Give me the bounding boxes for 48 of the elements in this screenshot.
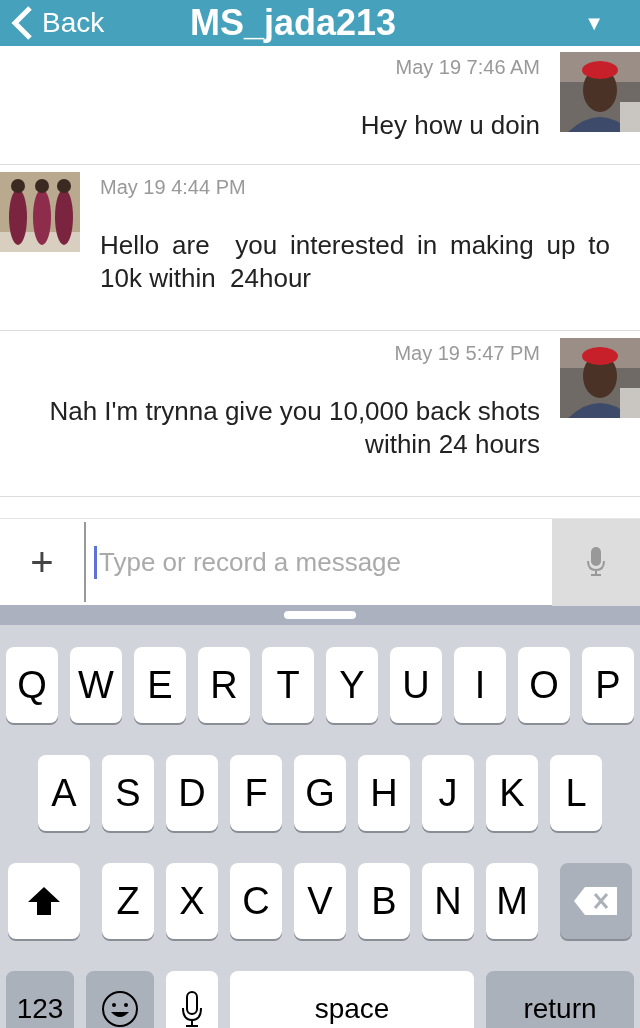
key[interactable]: N: [422, 863, 474, 939]
key[interactable]: U: [390, 647, 442, 723]
key[interactable]: A: [38, 755, 90, 831]
key[interactable]: E: [134, 647, 186, 723]
key[interactable]: C: [230, 863, 282, 939]
drag-handle[interactable]: [284, 611, 356, 619]
key[interactable]: M: [486, 863, 538, 939]
key[interactable]: R: [198, 647, 250, 723]
key[interactable]: L: [550, 755, 602, 831]
delete-key[interactable]: [560, 863, 632, 939]
key[interactable]: T: [262, 647, 314, 723]
message-time: May 19 7:46 AM: [395, 56, 540, 79]
message-time: May 19 5:47 PM: [394, 342, 540, 365]
key[interactable]: J: [422, 755, 474, 831]
key[interactable]: D: [166, 755, 218, 831]
microphone-icon: [181, 990, 203, 1028]
key[interactable]: G: [294, 755, 346, 831]
message-text: Nah I'm trynna give you 10,000 back shots within 24 hours: [48, 395, 540, 461]
message-time: May 19 4:44 PM: [100, 176, 247, 199]
key[interactable]: F: [230, 755, 282, 831]
key[interactable]: W: [70, 647, 122, 723]
key[interactable]: K: [486, 755, 538, 831]
microphone-icon: [586, 547, 606, 577]
shift-arrow-icon: [27, 886, 61, 916]
key[interactable]: V: [294, 863, 346, 939]
key[interactable]: Y: [326, 647, 378, 723]
smiley-icon: [101, 990, 139, 1028]
key[interactable]: P: [582, 647, 634, 723]
message-text: Hello are you interested in making up to 10k within 24hour: [100, 229, 610, 295]
add-button[interactable]: +: [0, 539, 84, 585]
key[interactable]: Q: [6, 647, 58, 723]
key[interactable]: H: [358, 755, 410, 831]
key[interactable]: O: [518, 647, 570, 723]
key[interactable]: X: [166, 863, 218, 939]
emoji-key[interactable]: [86, 971, 154, 1028]
key[interactable]: B: [358, 863, 410, 939]
record-button[interactable]: [552, 518, 640, 606]
numbers-key[interactable]: 123: [6, 971, 74, 1028]
message-text: Hey how u doin: [360, 109, 540, 142]
backspace-icon: [573, 886, 619, 916]
dictation-key[interactable]: [166, 971, 218, 1028]
return-key[interactable]: return: [486, 971, 634, 1028]
space-key[interactable]: space: [230, 971, 474, 1028]
chat-title: MS_jada213: [190, 2, 398, 44]
key[interactable]: S: [102, 755, 154, 831]
shift-key[interactable]: [8, 863, 80, 939]
key[interactable]: I: [454, 647, 506, 723]
key[interactable]: Z: [102, 863, 154, 939]
